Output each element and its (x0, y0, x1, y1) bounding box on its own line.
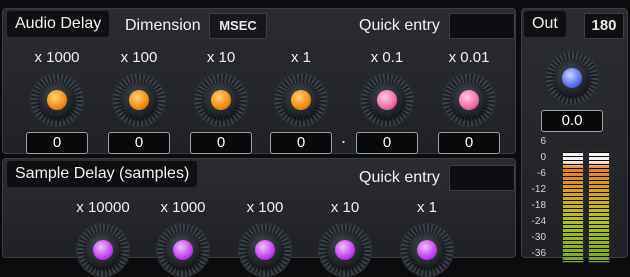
knob-dial[interactable] (360, 73, 414, 127)
meter-scale-tick: 6 (540, 136, 546, 147)
meter-scale-tick: -36 (531, 248, 546, 259)
out-panel: Out 180 0.0 6 0 -6 -12 -18 -24 -30 -36 (521, 8, 628, 263)
level-meter-right (588, 151, 610, 263)
knob-value-field[interactable]: 0 (356, 132, 418, 154)
knob-label: x 100 (120, 49, 158, 66)
meter-scale-tick: 0 (540, 152, 546, 163)
sample-delay-title: Sample Delay (samples) (7, 161, 198, 187)
sample-quick-entry-label: Quick entry (359, 169, 440, 186)
knob-indicator (562, 68, 582, 88)
dimension-selector[interactable]: MSEC (209, 13, 267, 39)
meter-scale-tick: -24 (531, 216, 546, 227)
knob-label: x 10 (206, 49, 236, 66)
audio-quick-entry-field[interactable] (449, 13, 515, 39)
meter-scale-tick: -12 (531, 184, 546, 195)
audio-quick-entry-label: Quick entry (359, 17, 440, 34)
knob-indicator (335, 240, 355, 260)
knob-label: x 1000 (34, 49, 80, 66)
knob-dial[interactable] (274, 73, 328, 127)
knob-value-field[interactable]: 0 (438, 132, 500, 154)
knob-indicator (129, 90, 149, 110)
audio-delay-panel: Audio Delay Dimension MSEC Quick entry x… (2, 8, 516, 154)
knob-label: x 0.01 (448, 49, 490, 66)
knob-indicator (417, 240, 437, 260)
knob-dial[interactable] (30, 73, 84, 127)
knob-dial[interactable] (194, 73, 248, 127)
knob-indicator (255, 240, 275, 260)
knob-dial[interactable] (238, 223, 292, 277)
meter-scale-tick: -18 (531, 200, 546, 211)
knob-label: x 1000 (160, 199, 206, 216)
knob-dial[interactable] (112, 73, 166, 127)
knob-value-field[interactable]: 0 (270, 132, 332, 154)
knob-value-field[interactable]: 0 (190, 132, 252, 154)
knob-dial[interactable] (545, 51, 599, 105)
meter-scale-tick: -6 (537, 168, 546, 179)
meter-scale-tick: -30 (531, 232, 546, 243)
knob-value-field[interactable]: 0 (26, 132, 88, 154)
out-title: Out (524, 11, 566, 37)
decimal-separator: . (341, 127, 347, 147)
knob-dial[interactable] (442, 73, 496, 127)
knob-label: x 1 (290, 49, 311, 66)
sample-quick-entry-field[interactable] (449, 165, 515, 191)
out-channel-display: 180 (584, 13, 624, 39)
knob-indicator (459, 90, 479, 110)
dimension-label: Dimension (125, 17, 201, 34)
knob-indicator (377, 90, 397, 110)
sample-delay-panel: Sample Delay (samples) Quick entry x 100… (2, 158, 516, 277)
knob-indicator (173, 240, 193, 260)
audio-delay-title: Audio Delay (7, 11, 110, 37)
knob-indicator (211, 90, 231, 110)
knob-label: x 100 (246, 199, 284, 216)
knob-value-field[interactable]: 0 (108, 132, 170, 154)
knob-indicator (93, 240, 113, 260)
knob-indicator (47, 90, 67, 110)
knob-dial[interactable] (156, 223, 210, 277)
knob-dial[interactable] (76, 223, 130, 277)
knob-dial[interactable] (318, 223, 372, 277)
knob-indicator (291, 90, 311, 110)
out-value-field[interactable]: 0.0 (541, 110, 603, 132)
knob-label: x 1 (416, 199, 437, 216)
knob-label: x 10000 (76, 199, 130, 216)
knob-label: x 10 (330, 199, 360, 216)
level-meter-left (562, 151, 584, 263)
knob-dial[interactable] (400, 223, 454, 277)
knob-label: x 0.1 (370, 49, 404, 66)
